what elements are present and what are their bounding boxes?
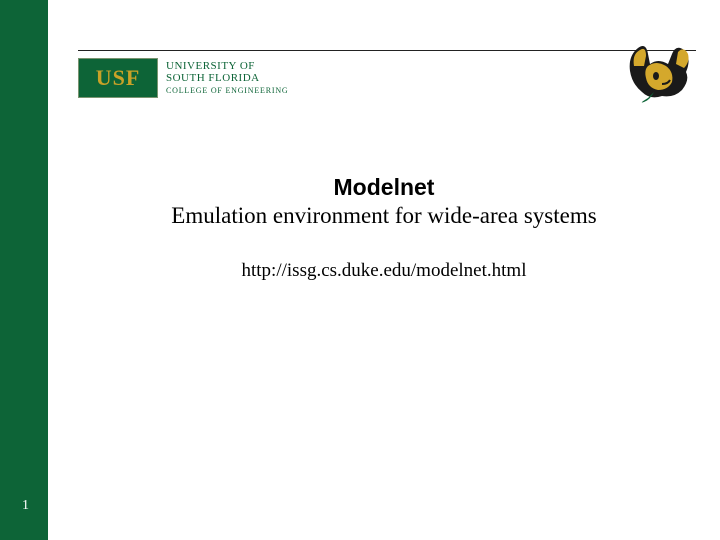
slide-content: USF UNIVERSITY OF SOUTH FLORIDA COLLEGE … <box>48 0 720 540</box>
title-block: Modelnet Emulation environment for wide-… <box>48 174 720 229</box>
slide-subtitle: Emulation environment for wide-area syst… <box>48 203 720 229</box>
url-text: http://issg.cs.duke.edu/modelnet.html <box>48 260 720 282</box>
usf-line2: SOUTH FLORIDA <box>166 72 288 84</box>
usf-line3: COLLEGE OF ENGINEERING <box>166 86 288 95</box>
bull-mascot-icon <box>620 36 696 110</box>
page-number: 1 <box>22 498 29 514</box>
usf-badge-icon: USF <box>78 58 158 98</box>
slide-title: Modelnet <box>48 174 720 201</box>
header-divider <box>78 50 696 51</box>
usf-line1: UNIVERSITY OF <box>166 60 288 72</box>
left-sidebar: 1 <box>0 0 48 540</box>
usf-logo: USF UNIVERSITY OF SOUTH FLORIDA COLLEGE … <box>78 58 288 98</box>
usf-text-block: UNIVERSITY OF SOUTH FLORIDA COLLEGE OF E… <box>166 58 288 95</box>
